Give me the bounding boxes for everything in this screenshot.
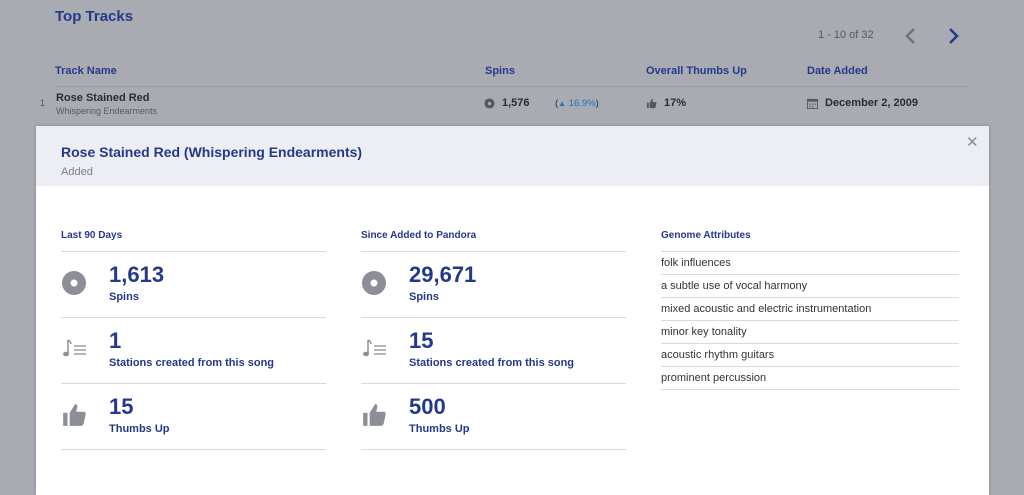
last-90-days-title: Last 90 Days xyxy=(61,230,326,252)
genome-attribute: prominent percussion xyxy=(661,367,959,390)
column-header-spins[interactable]: Spins xyxy=(485,65,515,77)
disc-icon xyxy=(62,271,86,295)
panel-subtitle: Added xyxy=(61,166,93,178)
genome-attribute: mixed acoustic and electric instrumentat… xyxy=(661,298,959,321)
genome-attributes-column: Genome Attributes folk influences a subt… xyxy=(661,230,959,390)
thumbs-stat: 500 Thumbs Up xyxy=(361,384,626,450)
since-added-title: Since Added to Pandora xyxy=(361,230,626,252)
column-header-track-name[interactable]: Track Name xyxy=(55,65,117,77)
pager-label: 1 - 10 of 32 xyxy=(818,29,874,41)
thumbs-up-icon xyxy=(646,98,657,108)
spins-label: Spins xyxy=(109,291,139,303)
page-title: Top Tracks xyxy=(55,8,134,25)
panel-title: Rose Stained Red (Whispering Endearments… xyxy=(61,144,363,160)
stations-label: Stations created from this song xyxy=(109,357,275,369)
genome-attributes-title: Genome Attributes xyxy=(661,230,959,252)
prev-page-arrow-icon[interactable] xyxy=(900,25,922,47)
spins-stat: 29,671 Spins xyxy=(361,252,626,318)
spins-value: 1,613 xyxy=(109,262,165,287)
thumbs-stat: 15 Thumbs Up xyxy=(61,384,326,450)
thumbs-label: Thumbs Up xyxy=(109,423,170,435)
disc-icon xyxy=(484,97,495,109)
spins-label: Spins xyxy=(409,291,439,303)
music-note-list-icon xyxy=(63,339,86,357)
spins-stat: 1,613 Spins xyxy=(61,252,326,318)
stations-stat: 1 Stations created from this song xyxy=(61,318,326,384)
disc-icon xyxy=(362,271,386,295)
thumbs-value: 500 xyxy=(409,394,446,419)
spins-value: 29,671 xyxy=(409,262,477,287)
close-icon[interactable]: ✕ xyxy=(966,135,979,150)
thumbs-up-icon xyxy=(63,404,86,426)
thumbs-up-icon xyxy=(363,404,386,426)
column-header-thumbs-up[interactable]: Overall Thumbs Up xyxy=(646,65,747,77)
track-detail-panel: Rose Stained Red (Whispering Endearments… xyxy=(36,126,989,495)
last-90-days-column: Last 90 Days 1,613 Spins 1 Stations crea… xyxy=(61,230,326,450)
since-added-column: Since Added to Pandora 29,671 Spins 15 S… xyxy=(361,230,626,450)
thumbs-value: 15 xyxy=(109,394,134,419)
calendar-icon xyxy=(807,98,818,109)
genome-attribute: folk influences xyxy=(661,252,959,275)
row-spins: 1,576 xyxy=(484,97,530,109)
row-thumbs: 17% xyxy=(646,97,686,109)
genome-attribute: a subtle use of vocal harmony xyxy=(661,275,959,298)
genome-attribute: minor key tonality xyxy=(661,321,959,344)
row-date-value: December 2, 2009 xyxy=(825,97,918,109)
row-thumbs-value: 17% xyxy=(664,97,687,109)
up-triangle-icon: ▲ xyxy=(558,99,567,108)
row-date: December 2, 2009 xyxy=(807,97,918,109)
row-number: 1 xyxy=(40,98,46,108)
stations-value: 1 xyxy=(109,328,122,353)
thumbs-label: Thumbs Up xyxy=(409,423,470,435)
music-note-list-icon xyxy=(363,339,386,357)
stations-label: Stations created from this song xyxy=(409,357,575,369)
header-divider xyxy=(55,86,968,87)
stations-stat: 15 Stations created from this song xyxy=(361,318,626,384)
next-page-arrow-icon[interactable] xyxy=(942,25,964,47)
genome-attribute: acoustic rhythm guitars xyxy=(661,344,959,367)
row-track-name[interactable]: Rose Stained Red xyxy=(56,92,150,104)
row-spins-change: (▲ 16.9%) xyxy=(555,98,599,109)
row-change-value: 16.9% xyxy=(568,98,596,109)
row-spins-value: 1,576 xyxy=(502,97,530,109)
stations-value: 15 xyxy=(409,328,434,353)
panel-header: Rose Stained Red (Whispering Endearments… xyxy=(36,126,989,186)
column-header-date-added[interactable]: Date Added xyxy=(807,65,868,77)
row-artist-name: Whispering Endearments xyxy=(56,106,158,116)
